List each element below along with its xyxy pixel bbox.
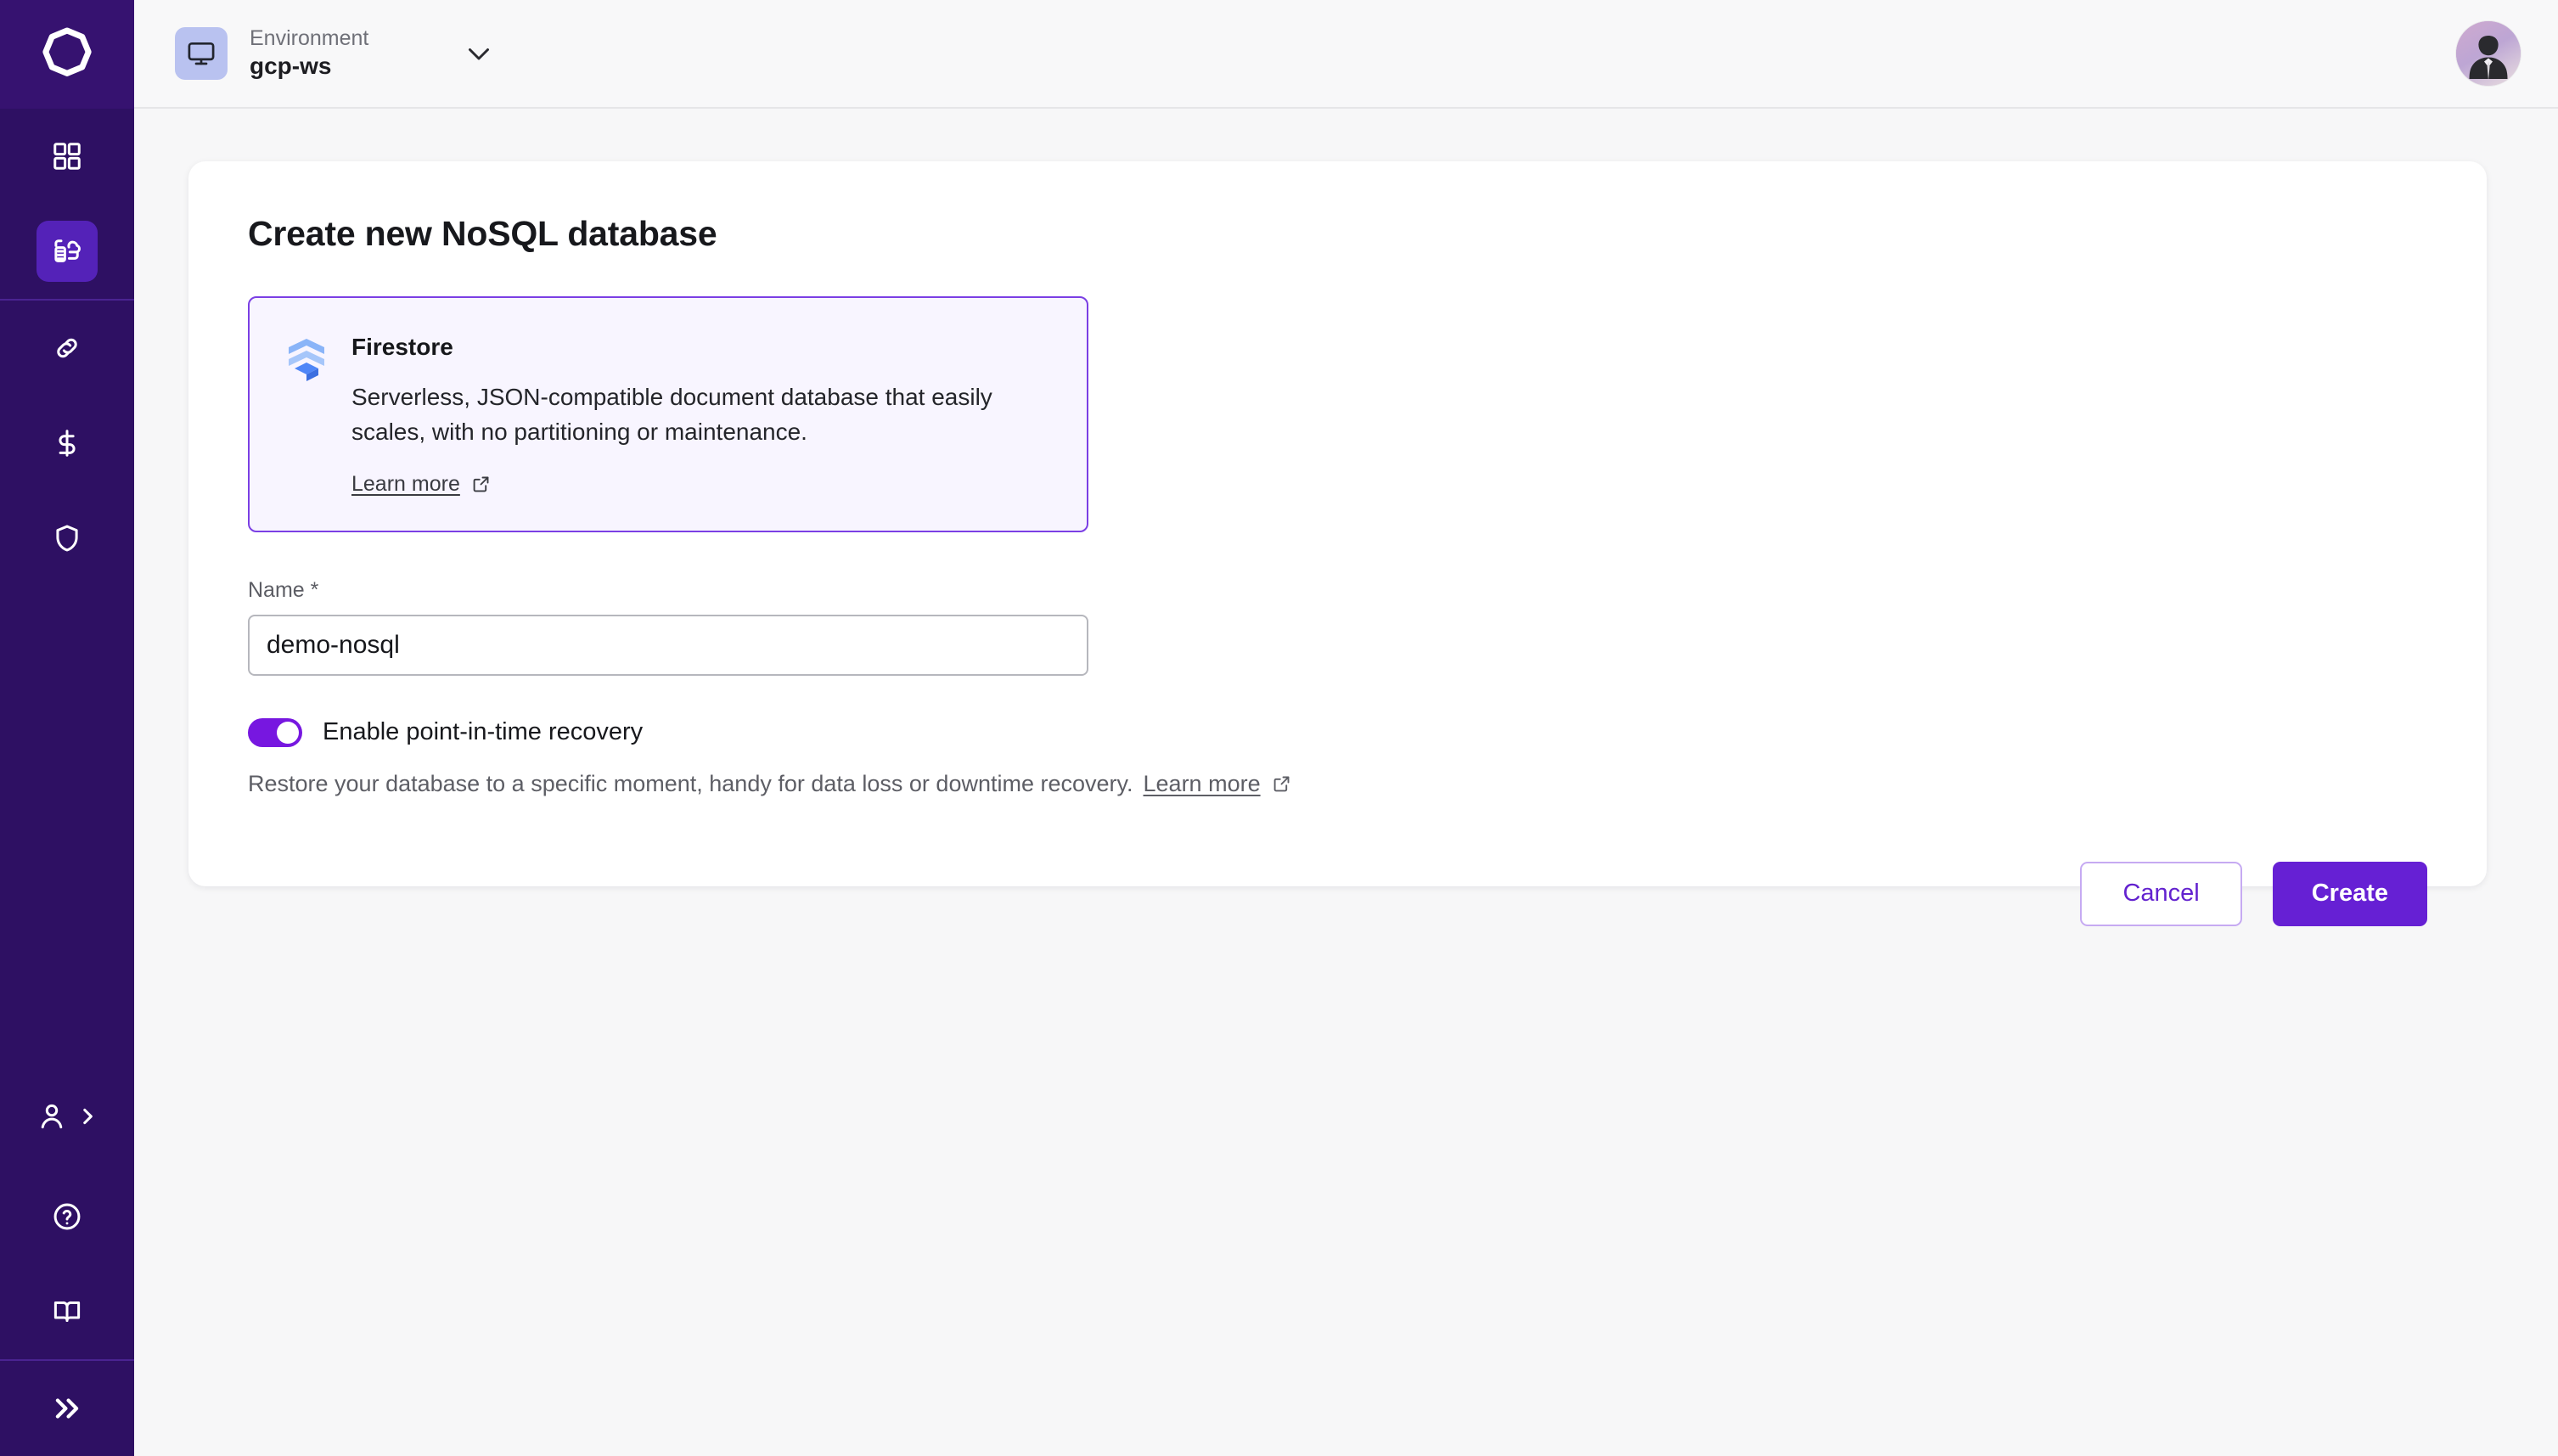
name-field-label: Name * — [248, 577, 319, 602]
environment-selector[interactable]: Environment gcp-ws — [175, 25, 494, 80]
create-database-panel: Create new NoSQL database Firestore Serv… — [188, 161, 2487, 926]
product-body: Firestore Serverless, JSON-compatible do… — [351, 334, 1048, 497]
sidebar-item-databases[interactable] — [37, 221, 98, 282]
product-learn-more-label: Learn more — [351, 471, 460, 496]
main-column: Environment gcp-ws Create new NoSQL data… — [134, 0, 2558, 1456]
monitor-icon — [175, 26, 228, 80]
monitor-glyph-icon — [188, 42, 215, 65]
environment-value: gcp-ws — [250, 53, 332, 80]
sidebar-expand-group — [0, 1361, 134, 1456]
form-actions: Cancel Create — [248, 861, 2427, 926]
pitr-toggle-label: Enable point-in-time recovery — [323, 718, 644, 746]
product-learn-more-link[interactable]: Learn more — [351, 472, 1048, 497]
user-avatar-icon — [2456, 21, 2521, 86]
sidebar — [0, 0, 134, 1456]
product-description: Serverless, JSON-compatible document dat… — [351, 384, 992, 446]
environment-text: Environment gcp-ws — [250, 25, 369, 80]
topbar: Environment gcp-ws — [134, 0, 2558, 109]
sidebar-expand-button[interactable] — [37, 1378, 98, 1439]
sidebar-item-help[interactable] — [37, 1186, 98, 1247]
chevron-right-icon — [83, 1108, 93, 1125]
octagon-ring-logo-icon — [42, 27, 92, 76]
cancel-button[interactable]: Cancel — [2080, 861, 2242, 926]
book-open-icon — [53, 1301, 81, 1322]
environment-dropdown-toggle[interactable] — [464, 38, 494, 69]
sidebar-secondary-nav — [0, 301, 134, 586]
user-icon — [41, 1104, 63, 1129]
sidebar-item-docs[interactable] — [37, 1281, 98, 1342]
sidebar-item-connections[interactable] — [37, 318, 98, 379]
firestore-glyph-icon — [289, 339, 324, 381]
pitr-toggle-knob — [277, 721, 299, 744]
sidebar-item-account[interactable] — [0, 1086, 134, 1147]
pitr-learn-more-label: Learn more — [1143, 770, 1261, 796]
name-field-group: Name * — [248, 578, 1088, 676]
product-card-firestore[interactable]: Firestore Serverless, JSON-compatible do… — [248, 296, 1088, 532]
product-name: Firestore — [351, 334, 453, 360]
dollar-sign-icon — [59, 430, 76, 457]
pitr-helper-text: Restore your database to a specific mome… — [248, 770, 1133, 796]
sidebar-footer-nav — [0, 1064, 134, 1359]
sidebar-item-billing[interactable] — [37, 413, 98, 474]
chevron-down-icon — [469, 48, 490, 60]
sidebar-primary-nav — [0, 109, 134, 299]
external-link-icon — [1273, 776, 1290, 792]
page-title: Create new NoSQL database — [248, 214, 717, 253]
question-circle-icon — [53, 1203, 81, 1230]
pitr-toggle[interactable] — [248, 717, 302, 747]
environment-label: Environment — [250, 25, 369, 50]
app-root: Environment gcp-ws Create new NoSQL data… — [0, 0, 2558, 1456]
shield-icon — [56, 525, 78, 552]
name-input[interactable] — [248, 614, 1088, 676]
database-cloud-icon — [54, 239, 81, 262]
chevrons-right-icon — [55, 1398, 79, 1419]
firestore-chevrons-icon — [287, 334, 326, 497]
app-logo[interactable] — [0, 0, 134, 109]
grid-dashboard-icon — [53, 143, 81, 170]
pitr-learn-more-link[interactable]: Learn more — [1144, 771, 1292, 797]
avatar[interactable] — [2456, 21, 2521, 86]
sidebar-item-dashboard[interactable] — [37, 126, 98, 187]
link-chain-icon — [57, 338, 77, 358]
pitr-toggle-row: Enable point-in-time recovery — [248, 717, 2427, 747]
sidebar-item-security[interactable] — [37, 508, 98, 569]
create-button[interactable]: Create — [2272, 861, 2427, 926]
content-area: Create new NoSQL database Firestore Serv… — [134, 109, 2558, 1456]
pitr-helper-text-row: Restore your database to a specific mome… — [248, 771, 2427, 797]
external-link-icon — [473, 476, 489, 492]
